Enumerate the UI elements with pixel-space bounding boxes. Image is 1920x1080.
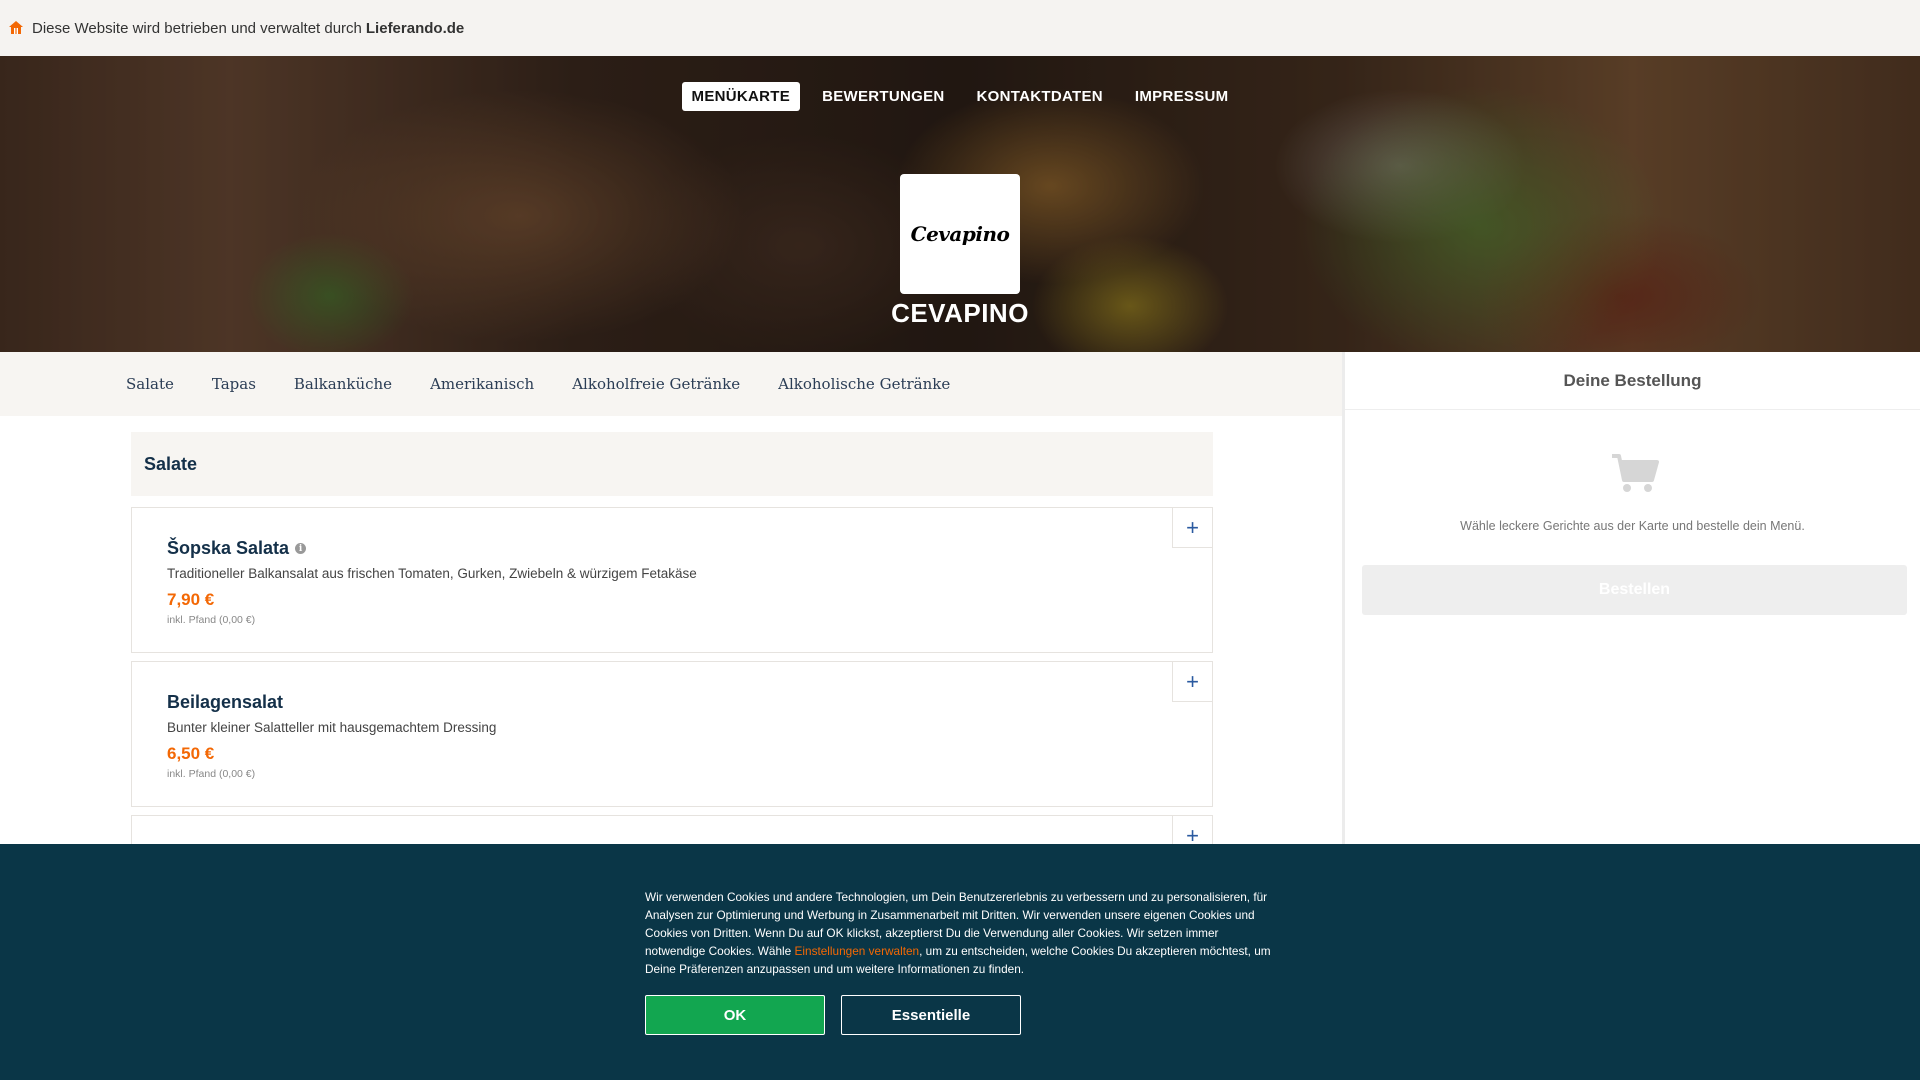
menu-item-title: Beilagensalat	[167, 692, 284, 712]
menu-item-name: Beilagensalat	[167, 692, 283, 713]
menu-item-title: Šopska Salata	[167, 538, 290, 558]
nav-menukarte[interactable]: MENÜKARTE	[681, 82, 801, 111]
cookie-essential-button[interactable]: Essentielle	[841, 995, 1021, 1035]
logo-text: Cevapino	[910, 222, 1010, 246]
nav-impressum[interactable]: IMPRESSUM	[1125, 82, 1239, 111]
menu-item-price: 6,50 €	[167, 744, 215, 763]
operator-notice-text: Diese Website wird betrieben und verwalt…	[32, 19, 362, 37]
home-icon	[8, 20, 24, 36]
menu-item-description: Bunter kleiner Salatteller mit hausgemac…	[167, 720, 497, 735]
category-tapas[interactable]: Tapas	[212, 375, 256, 393]
category-balkankueche[interactable]: Balkanküche	[294, 375, 392, 393]
restaurant-name: CEVAPINO	[891, 298, 1029, 328]
add-item-button[interactable]: +	[1172, 662, 1212, 702]
menu-item[interactable]: + Beilagensalat Bunter kleiner Salattell…	[131, 661, 1213, 807]
restaurant-logo: Cevapino	[900, 174, 1020, 294]
cart-icon	[1610, 452, 1660, 499]
menu-item-deposit: inkl. Pfand (0,00 €)	[167, 768, 256, 780]
category-amerikanisch[interactable]: Amerikanisch	[430, 375, 534, 393]
order-button[interactable]: Bestellen	[1362, 565, 1907, 615]
add-item-button[interactable]: +	[1172, 508, 1212, 548]
nav-bewertungen[interactable]: BEWERTUNGEN	[812, 82, 954, 111]
menu-item-description: Traditioneller Balkansalat aus frischen …	[167, 566, 697, 581]
operator-brand-link[interactable]: Lieferando.de	[366, 20, 464, 37]
menu-item-price: 7,90 €	[167, 590, 215, 609]
hero-banner: MENÜKARTE BEWERTUNGEN KONTAKTDATEN IMPRE…	[0, 56, 1920, 352]
category-alkoholische-getraenke[interactable]: Alkoholische Getränke	[778, 375, 950, 393]
info-icon[interactable]: i	[295, 543, 307, 554]
nav-kontaktdaten[interactable]: KONTAKTDATEN	[967, 82, 1113, 111]
section-title: Salate	[131, 432, 1213, 496]
operator-notice-bar: Diese Website wird betrieben und verwalt…	[0, 0, 1920, 56]
cookie-ok-button[interactable]: OK	[645, 995, 825, 1035]
basket-empty-hint: Wähle leckere Gerichte aus der Karte und…	[1460, 519, 1805, 533]
cookie-text: Wir verwenden Cookies und andere Technol…	[645, 888, 1275, 978]
menu-item-deposit: inkl. Pfand (0,00 €)	[167, 614, 256, 626]
order-basket: Deine Bestellung Wähle leckere Gerichte …	[1342, 352, 1920, 844]
category-alkoholfreie-getraenke[interactable]: Alkoholfreie Getränke	[572, 375, 740, 393]
main-nav: MENÜKARTE BEWERTUNGEN KONTAKTDATEN IMPRE…	[0, 82, 1920, 111]
cookie-banner: Wir verwenden Cookies und andere Technol…	[0, 844, 1920, 1080]
category-nav: Salate Tapas Balkanküche Amerikanisch Al…	[0, 352, 1342, 416]
menu-item-name: Šopska Salata i	[167, 538, 307, 559]
category-salate[interactable]: Salate	[126, 375, 174, 393]
menu-item[interactable]: + Šopska Salata i Traditioneller Balkans…	[131, 507, 1213, 653]
cookie-settings-link[interactable]: Einstellungen verwalten	[795, 944, 920, 958]
basket-title: Deine Bestellung	[1345, 352, 1920, 410]
